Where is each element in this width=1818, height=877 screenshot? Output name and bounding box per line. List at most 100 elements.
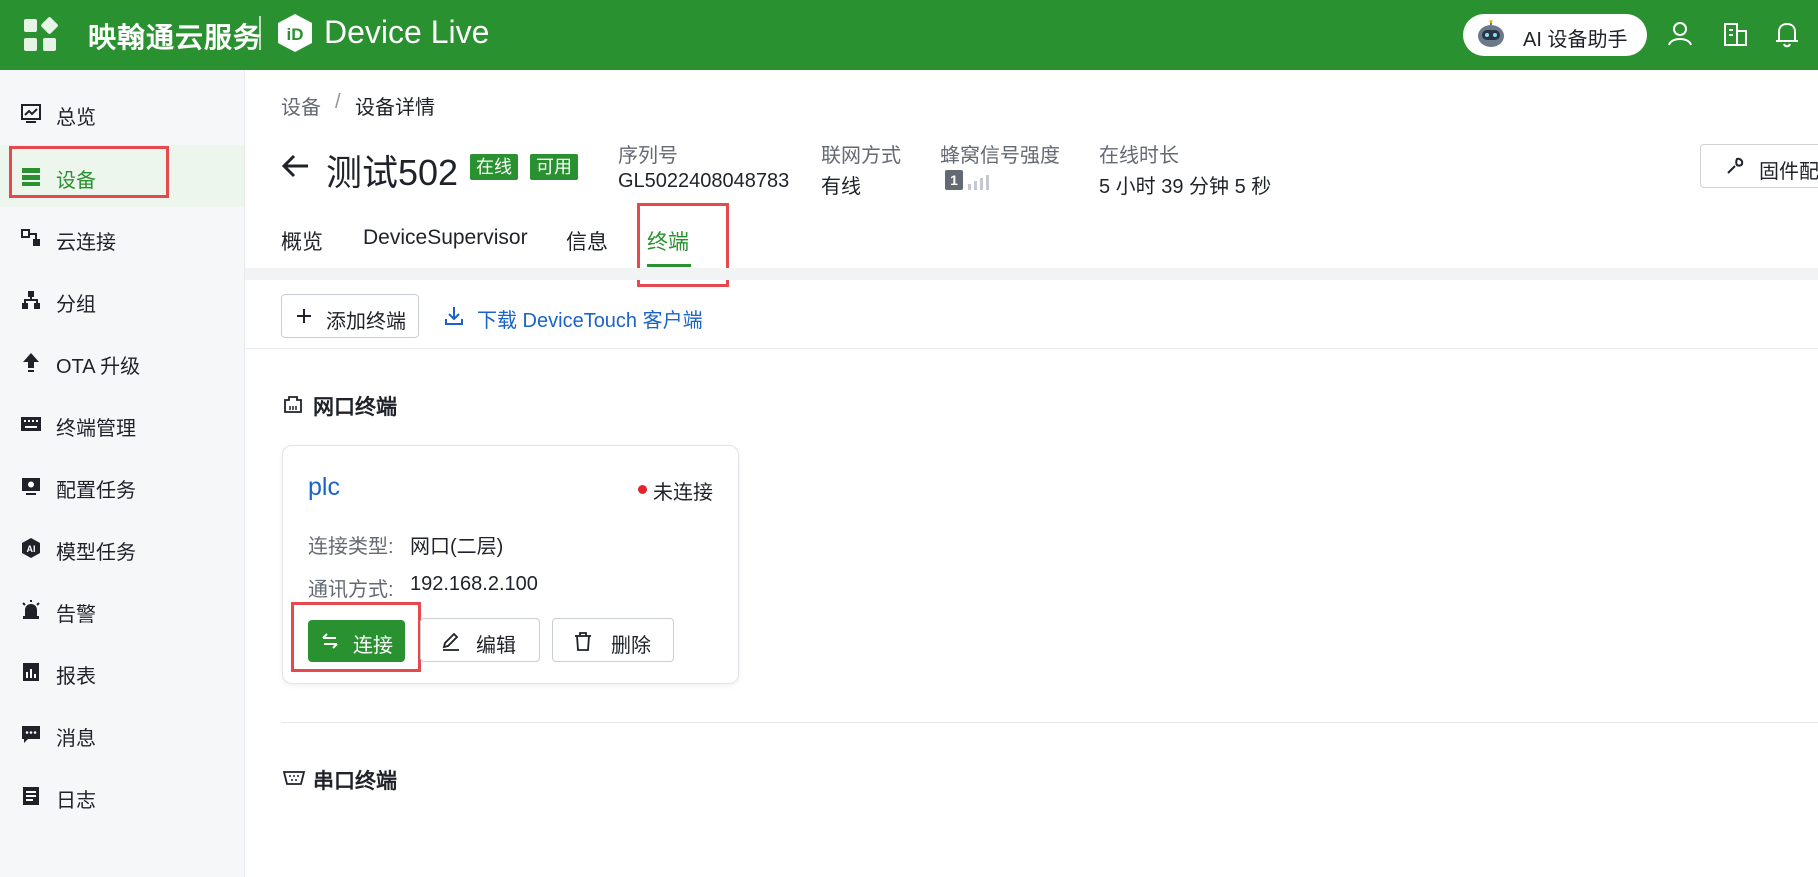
- group-icon: [22, 291, 40, 309]
- ethernet-port-icon: [284, 396, 302, 413]
- product-name[interactable]: Device Live: [324, 14, 489, 51]
- comm-label: 通讯方式:: [308, 579, 394, 601]
- sidebar-item-alarms[interactable]: 告警: [0, 579, 244, 641]
- organization-icon[interactable]: [1720, 18, 1750, 50]
- add-terminal-button[interactable]: 添加终端: [281, 294, 419, 338]
- sidebar-item-reports[interactable]: 报表: [0, 641, 244, 703]
- sidebar: 总览 设备 云连接 分组 OTA 升级 终端管理 配置任务 AI 模型任务 告警…: [0, 70, 245, 877]
- user-icon[interactable]: [1665, 18, 1695, 50]
- serial-label: 序列号: [618, 145, 678, 167]
- svg-text:iD: iD: [287, 25, 304, 44]
- terminal-status: 未连接: [653, 482, 713, 504]
- sidebar-item-label: 设备: [56, 170, 96, 192]
- sidebar-item-overview[interactable]: 总览: [0, 82, 244, 144]
- swap-arrows-icon: [322, 633, 338, 649]
- add-terminal-label: 添加终端: [326, 311, 406, 333]
- sidebar-item-ota[interactable]: OTA 升级: [0, 331, 244, 393]
- sidebar-item-devices[interactable]: 设备: [0, 145, 244, 207]
- plus-icon: [297, 309, 311, 323]
- breadcrumb-separator: /: [335, 91, 341, 113]
- conn-type-value: 网口(二层): [410, 536, 504, 558]
- download-client-link[interactable]: 下载 DeviceTouch 客户端: [477, 304, 703, 333]
- ethernet-section-title: 网口终端: [313, 396, 397, 419]
- network-value: 有线: [821, 176, 861, 198]
- edit-button[interactable]: 编辑: [420, 618, 540, 662]
- wrench-icon: [1727, 157, 1744, 174]
- robot-icon: [1478, 20, 1504, 47]
- brand-name[interactable]: 映翰通云服务: [88, 16, 262, 56]
- config-task-icon: [22, 478, 40, 495]
- tabs-separator: [245, 268, 1818, 280]
- brand-divider: [259, 16, 261, 50]
- tab-devicesupervisor[interactable]: DeviceSupervisor: [363, 226, 528, 250]
- sidebar-item-label: 云连接: [56, 232, 116, 254]
- sidebar-item-groups[interactable]: 分组: [0, 269, 244, 331]
- sidebar-item-label: 分组: [56, 294, 96, 316]
- pencil-icon: [442, 632, 459, 651]
- delete-button[interactable]: 删除: [552, 618, 674, 662]
- sidebar-item-label: 总览: [56, 107, 96, 129]
- svg-text:AI: AI: [27, 544, 36, 554]
- sidebar-item-cloud-connect[interactable]: 云连接: [0, 207, 244, 269]
- connect-button[interactable]: 连接: [308, 620, 405, 662]
- download-icon[interactable]: [444, 305, 464, 327]
- sidebar-item-config-task[interactable]: 配置任务: [0, 455, 244, 517]
- device-list-icon: [22, 168, 40, 186]
- comm-value: 192.168.2.100: [410, 573, 538, 595]
- ai-model-icon: AI: [22, 538, 40, 558]
- conn-type-label: 连接类型:: [308, 536, 394, 558]
- signal-label: 蜂窝信号强度: [940, 145, 1060, 167]
- sidebar-item-logs[interactable]: 日志: [0, 765, 244, 827]
- active-tab-indicator: [647, 264, 691, 267]
- device-name: 测试502: [326, 152, 459, 193]
- dashboard-icon: [21, 104, 41, 123]
- sidebar-item-messages[interactable]: 消息: [0, 703, 244, 765]
- firmware-config-button[interactable]: 固件配: [1700, 144, 1818, 188]
- signal-bar: [986, 175, 989, 190]
- signal-bar: [968, 184, 971, 190]
- network-label: 联网方式: [821, 145, 901, 167]
- cloud-connect-icon: [21, 229, 40, 246]
- alarm-icon: [22, 600, 40, 619]
- delete-label: 删除: [611, 635, 651, 657]
- status-badge-online: 在线: [470, 154, 518, 180]
- serial-port-icon: [283, 771, 305, 785]
- sidebar-item-label: 消息: [56, 728, 96, 750]
- connect-label: 连接: [353, 635, 393, 657]
- uptime-value: 5 小时 39 分钟 5 秒: [1099, 176, 1272, 198]
- sidebar-item-label: 告警: [56, 604, 96, 626]
- apps-grid-icon[interactable]: [24, 16, 59, 51]
- report-icon: [23, 663, 39, 681]
- tab-info[interactable]: 信息: [566, 226, 608, 256]
- section-divider: [281, 722, 1818, 723]
- log-icon: [23, 787, 39, 805]
- toolbar-divider: [245, 348, 1818, 349]
- edit-label: 编辑: [476, 635, 516, 657]
- sidebar-item-model-task[interactable]: AI 模型任务: [0, 517, 244, 579]
- sidebar-item-label: 报表: [56, 666, 96, 688]
- serial-section-title: 串口终端: [313, 770, 397, 793]
- device-live-logo-icon: iD: [278, 14, 312, 52]
- sidebar-item-label: OTA 升级: [56, 356, 141, 378]
- back-arrow-icon[interactable]: [281, 151, 311, 181]
- message-icon: [22, 726, 40, 743]
- sidebar-item-label: 终端管理: [56, 418, 136, 440]
- bell-icon[interactable]: [1772, 18, 1802, 50]
- keyboard-icon: [21, 417, 41, 431]
- serial-value: GL5022408048783: [618, 170, 790, 192]
- top-bar: 映翰通云服务 iD Device Live AI 设备助手: [0, 0, 1818, 70]
- terminal-name[interactable]: plc: [308, 473, 340, 502]
- firmware-config-label: 固件配: [1759, 161, 1818, 183]
- tab-overview[interactable]: 概览: [281, 226, 323, 256]
- breadcrumb-devices[interactable]: 设备: [281, 91, 321, 120]
- tab-terminals[interactable]: 终端: [647, 226, 689, 256]
- signal-bar: [980, 178, 983, 190]
- uptime-label: 在线时长: [1099, 145, 1179, 167]
- sidebar-item-terminal-mgmt[interactable]: 终端管理: [0, 393, 244, 455]
- sim-slot-indicator: 1: [945, 170, 963, 190]
- trash-icon: [575, 632, 591, 651]
- status-badge-available: 可用: [530, 154, 578, 180]
- sidebar-item-label: 模型任务: [56, 542, 136, 564]
- ai-assistant-button[interactable]: AI 设备助手: [1463, 14, 1647, 56]
- sidebar-item-label: 配置任务: [56, 480, 136, 502]
